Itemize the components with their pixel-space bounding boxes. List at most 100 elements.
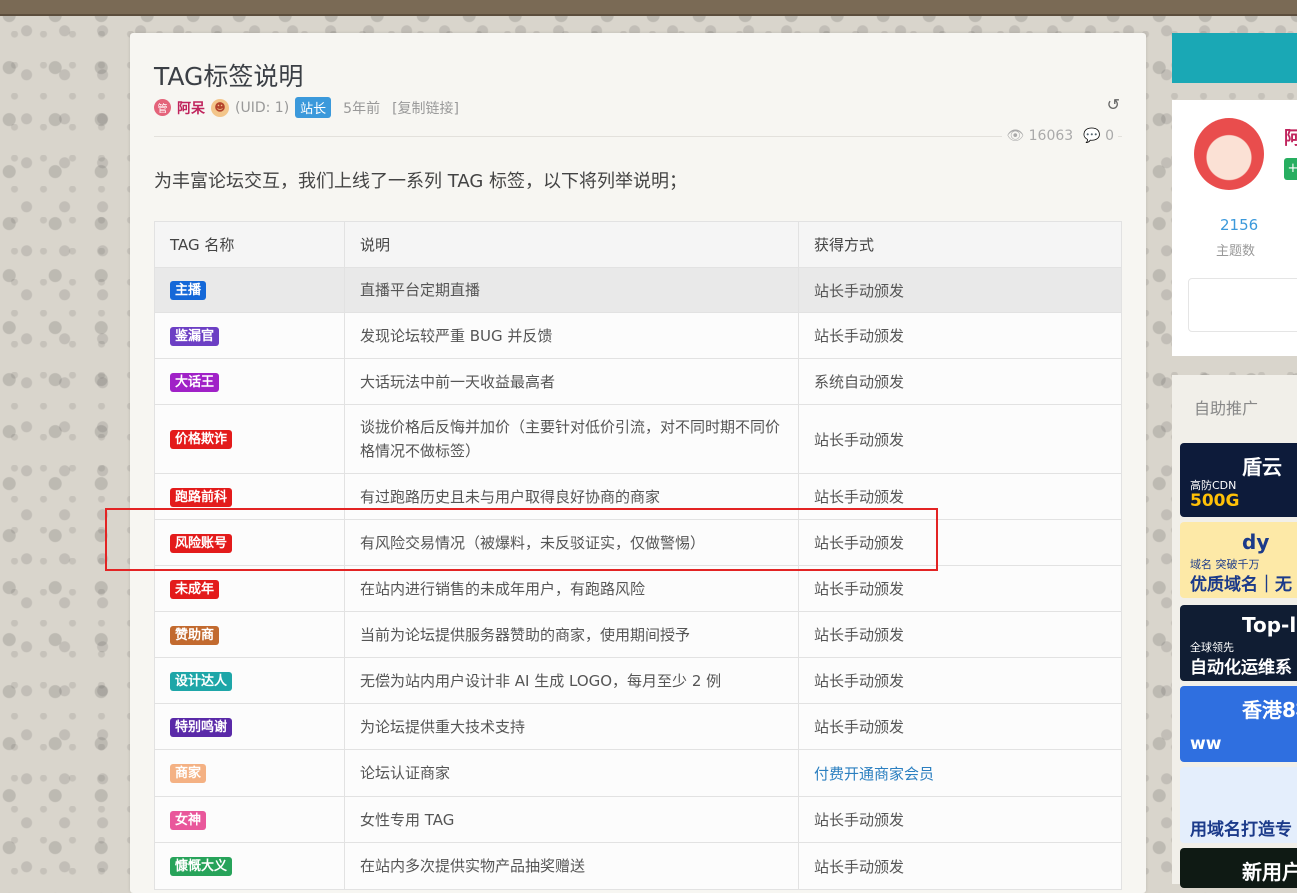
method-cell: 站长手动颁发 [798, 611, 1122, 658]
description-cell: 有风险交易情况（被爆料，未反驳证实，仅做警惕） [344, 519, 799, 566]
table-row: 未成年 在站内进行销售的未成年用户，有跑路风险 站长手动颁发 [154, 565, 1122, 612]
method-cell: 站长手动颁发 [798, 796, 1122, 843]
tag-badge: 跑路前科 [170, 487, 233, 507]
table-row: 价格欺诈 谈拢价格后反悔并加价（主要针对低价引流，对不同时期不同价格情况不做标签）… [154, 404, 1122, 474]
table-row: 主播 直播平台定期直播 站长手动颁发 [154, 267, 1122, 313]
ad-headline: 新用户 [1242, 860, 1297, 884]
description-cell: 为论坛提供重大技术支持 [344, 703, 799, 750]
tag-badge: 商家 [170, 764, 207, 783]
table-row: 设计达人 无偿为站内用户设计非 AI 生成 LOGO，每月至少 2 例站长手动颁发 [154, 657, 1122, 704]
tag-cell: 特别鸣谢 [154, 703, 345, 750]
sidebar-header-banner [1172, 33, 1297, 83]
description-cell: 在站内多次提供实物产品抽奖赠送 [344, 842, 799, 890]
tag-cell: 风险账号 [154, 519, 345, 566]
description-cell: 大话玩法中前一天收益最高者 [344, 358, 799, 405]
tag-cell: 未成年 [154, 565, 345, 612]
table-row: 慷慨大义 在站内多次提供实物产品抽奖赠送 站长手动颁发 [154, 842, 1122, 890]
table-header-row: TAG 名称 说明 获得方式 [154, 221, 1122, 268]
description-cell: 无偿为站内用户设计非 AI 生成 LOGO，每月至少 2 例 [344, 657, 799, 704]
profile-action-button[interactable] [1188, 278, 1297, 332]
tag-cell: 大话王 [154, 358, 345, 405]
eye-icon: 👁 [1006, 128, 1025, 144]
tag-badge: 主播 [170, 281, 207, 300]
tag-badge: 大话王 [170, 372, 220, 392]
tag-cell: 价格欺诈 [154, 404, 345, 474]
tag-cell: 设计达人 [154, 657, 345, 704]
tag-badge: 价格欺诈 [170, 430, 233, 449]
ad-headline: 盾云 [1242, 455, 1282, 479]
clown-emoji-icon: ☻ [211, 98, 229, 117]
tag-badge: 未成年 [170, 579, 220, 599]
method-cell: 站长手动颁发 [798, 404, 1122, 474]
method-cell[interactable]: 付费开通商家会员 [798, 749, 1122, 797]
description-cell: 直播平台定期直播 [344, 267, 799, 313]
ad-banner[interactable]: 新用户 [1180, 848, 1297, 888]
method-cell: 站长手动颁发 [798, 657, 1122, 704]
tag-badge: 风险账号 [170, 533, 233, 553]
avatar[interactable] [1194, 118, 1264, 190]
method-cell: 站长手动颁发 [798, 473, 1122, 520]
method-cell: 站长手动颁发 [798, 842, 1122, 890]
method-cell: 站长手动颁发 [798, 565, 1122, 612]
description-cell: 在站内进行销售的未成年用户，有跑路风险 [344, 565, 799, 612]
table-row: 跑路前科 有过跑路历史且未与用户取得良好协商的商家 站长手动颁发 [154, 473, 1122, 520]
ad-caption: 500G [1190, 491, 1240, 511]
ad-headline: dy [1242, 530, 1270, 554]
author-link[interactable]: 阿呆 [177, 98, 205, 118]
plus-icon[interactable]: + [1284, 158, 1297, 180]
copy-link-button[interactable]: [复制链接] [392, 98, 459, 118]
ad-caption: ww [1190, 734, 1222, 754]
ad-banner[interactable]: 盾云 高防CDN 500G [1180, 443, 1297, 517]
tag-table: TAG 名称 说明 获得方式 主播 直播平台定期直播 站长手动颁发 鉴漏官 发现论坛较严… [154, 221, 1122, 890]
table-row: 鉴漏官 发现论坛较严重 BUG 并反馈 站长手动颁发 [154, 312, 1122, 359]
tag-badge: 设计达人 [170, 671, 233, 691]
tag-cell: 商家 [154, 749, 345, 797]
role-badge: 站长 [295, 97, 332, 118]
page-title: TAG标签说明 [154, 62, 304, 91]
ad-headline: 香港8核8G [1242, 698, 1297, 722]
table-row: 特别鸣谢 为论坛提供重大技术支持 站长手动颁发 [154, 703, 1122, 750]
ads-title: 自助推广 [1194, 399, 1259, 418]
table-row: 大话王 大话玩法中前一天收益最高者 系统自动颁发 [154, 358, 1122, 405]
method-cell: 站长手动颁发 [798, 267, 1122, 313]
ad-caption: 用域名打造专 [1190, 820, 1292, 840]
history-icon[interactable]: ↺ [1107, 95, 1120, 114]
ads-panel: 自助推广 盾云高防CDN500Gdy域名 突破千万优质域名｜无Top-link全… [1172, 375, 1297, 888]
tag-cell: 跑路前科 [154, 473, 345, 520]
top-border [0, 0, 1297, 16]
views-stat: 👁 16063 [1006, 128, 1074, 144]
method-cell: 系统自动颁发 [798, 358, 1122, 405]
tag-cell: 主播 [154, 267, 345, 313]
tag-badge: 特别鸣谢 [170, 717, 233, 737]
tag-cell: 赞助商 [154, 611, 345, 658]
ad-caption: 优质域名｜无 [1190, 575, 1292, 595]
method-cell: 站长手动颁发 [798, 703, 1122, 750]
header-method: 获得方式 [798, 221, 1122, 268]
tag-cell: 慷慨大义 [154, 842, 345, 890]
profile-name[interactable]: 阿 [1284, 124, 1297, 150]
post-stats: 👁 16063 💬 0 [1002, 128, 1118, 144]
profile-card: 阿 + 2156 主题数 [1172, 100, 1297, 356]
table-row: 商家 论坛认证商家 付费开通商家会员 [154, 749, 1122, 797]
ad-banner[interactable]: 香港8核8G ww [1180, 686, 1297, 762]
tag-cell: 鉴漏官 [154, 312, 345, 359]
topic-count[interactable]: 2156 [1220, 216, 1258, 234]
description-cell: 女性专用 TAG [344, 796, 799, 843]
tag-badge: 鉴漏官 [170, 326, 220, 346]
ad-banner[interactable]: Top-link全球领先自动化运维系 [1180, 605, 1297, 681]
header-description: 说明 [344, 221, 799, 268]
tag-badge: 赞助商 [170, 625, 220, 645]
header-tag-name: TAG 名称 [154, 221, 345, 268]
description-cell: 当前为论坛提供服务器赞助的商家，使用期间授予 [344, 611, 799, 658]
intro-text: 为丰富论坛交互，我们上线了一系列 TAG 标签，以下将列举说明； [154, 171, 687, 192]
tag-badge: 女神 [170, 810, 207, 830]
ad-headline: Top-link [1242, 613, 1297, 637]
ad-banner[interactable]: dy 域名 突破千万 优质域名｜无 [1180, 522, 1297, 598]
comments-stat: 💬 0 [1083, 128, 1114, 144]
ad-banner[interactable]: 用域名打造专 [1180, 767, 1297, 843]
tag-badge: 慷慨大义 [170, 857, 233, 876]
method-cell: 站长手动颁发 [798, 519, 1122, 566]
description-cell: 有过跑路历史且未与用户取得良好协商的商家 [344, 473, 799, 520]
table-row: 赞助商 当前为论坛提供服务器赞助的商家，使用期间授予 站长手动颁发 [154, 611, 1122, 658]
author-uid: (UID: 1) [235, 99, 290, 116]
